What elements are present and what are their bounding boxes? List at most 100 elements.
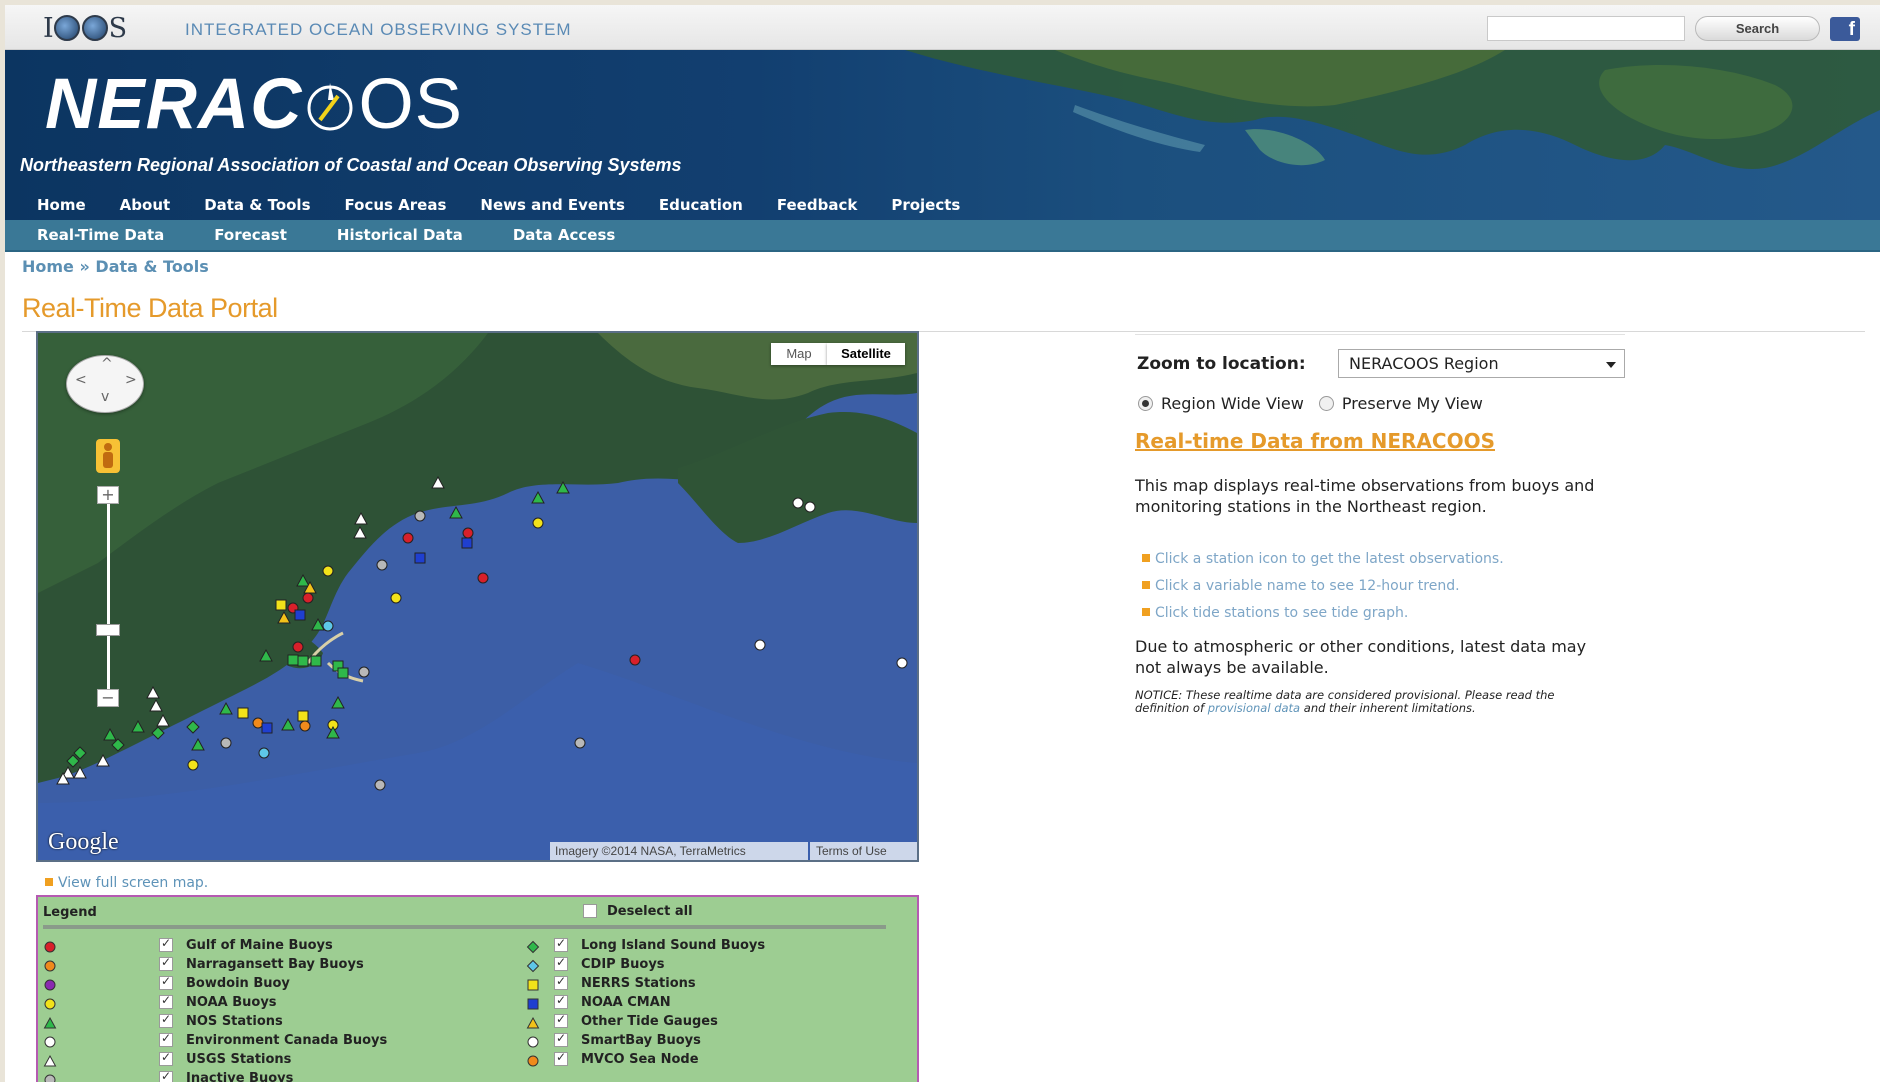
nav-education[interactable]: Education <box>642 190 760 220</box>
station-marker[interactable] <box>322 565 334 577</box>
station-marker[interactable] <box>358 666 370 678</box>
preserve-view-label[interactable]: Preserve My View <box>1342 394 1483 413</box>
legend-row[interactable]: Inactive Buoys <box>43 1069 443 1082</box>
nav-projects[interactable]: Projects <box>874 190 977 220</box>
search-input[interactable] <box>1487 16 1685 41</box>
legend-checkbox[interactable] <box>554 955 568 971</box>
station-marker[interactable] <box>237 707 249 719</box>
tip-tide-stations[interactable]: Click tide stations to see tide graph. <box>1142 605 1408 621</box>
legend-checkbox[interactable] <box>159 955 173 971</box>
map-type-satellite-button[interactable]: Satellite <box>827 343 905 365</box>
station-marker[interactable] <box>187 759 199 771</box>
station-marker[interactable] <box>574 737 586 749</box>
facebook-icon[interactable]: f <box>1830 17 1860 41</box>
nav-feedback[interactable]: Feedback <box>760 190 874 220</box>
legend-checkbox[interactable] <box>159 993 173 1009</box>
tip-station-icon[interactable]: Click a station icon to get the latest o… <box>1142 551 1504 567</box>
ioos-logo[interactable]: IS <box>43 13 127 44</box>
provisional-data-link[interactable]: provisional data <box>1208 701 1300 715</box>
pan-up-icon[interactable]: ^ <box>101 356 113 372</box>
legend-checkbox[interactable] <box>159 1050 173 1066</box>
legend-row[interactable]: MVCO Sea Node <box>526 1050 926 1070</box>
pan-down-icon[interactable]: v <box>101 389 109 405</box>
station-marker[interactable] <box>477 572 489 584</box>
station-marker[interactable] <box>414 552 426 564</box>
map-canvas[interactable]: Map Satellite ^ < > v + − Google Imagery… <box>36 331 919 862</box>
station-marker[interactable] <box>896 657 908 669</box>
legend-row[interactable]: CDIP Buoys <box>526 955 926 975</box>
station-marker[interactable] <box>337 667 349 679</box>
zoom-location-select[interactable]: NERACOOS Region <box>1338 349 1625 378</box>
subnav-forecast[interactable]: Forecast <box>189 220 312 250</box>
station-marker[interactable] <box>532 517 544 529</box>
preserve-view-radio[interactable] <box>1318 396 1334 411</box>
legend-row[interactable]: Other Tide Gauges <box>526 1012 926 1032</box>
legend-row[interactable]: Environment Canada Buoys <box>43 1031 443 1051</box>
nav-about[interactable]: About <box>103 190 188 220</box>
checkbox-icon[interactable] <box>583 904 597 918</box>
legend-row[interactable]: NERRS Stations <box>526 974 926 994</box>
legend-row[interactable]: Bowdoin Buoy <box>43 974 443 994</box>
station-marker[interactable] <box>414 510 426 522</box>
full-screen-map-link[interactable]: View full screen map. <box>45 875 208 891</box>
legend-checkbox[interactable] <box>554 993 568 1009</box>
station-marker[interactable] <box>310 655 322 667</box>
station-marker[interactable] <box>292 641 304 653</box>
legend-row[interactable]: Long Island Sound Buoys <box>526 936 926 956</box>
legend-checkbox[interactable] <box>554 1050 568 1066</box>
real-time-data-heading-link[interactable]: Real-time Data from NERACOOS <box>1135 429 1495 453</box>
search-button[interactable]: Search <box>1695 16 1820 41</box>
station-marker[interactable] <box>287 654 299 666</box>
nav-data-tools[interactable]: Data & Tools <box>187 190 327 220</box>
station-marker[interactable] <box>275 599 287 611</box>
pan-control[interactable]: ^ < > v <box>66 355 144 413</box>
subnav-real-time-data[interactable]: Real-Time Data <box>5 220 189 250</box>
pan-right-icon[interactable]: > <box>125 372 137 388</box>
subnav-data-access[interactable]: Data Access <box>488 220 641 250</box>
neracoos-logo[interactable]: NERAC OS <box>45 64 463 145</box>
legend-row[interactable]: SmartBay Buoys <box>526 1031 926 1051</box>
station-marker[interactable] <box>302 592 314 604</box>
station-marker[interactable] <box>374 779 386 791</box>
nav-focus-areas[interactable]: Focus Areas <box>328 190 464 220</box>
subnav-historical-data[interactable]: Historical Data <box>312 220 488 250</box>
legend-row[interactable]: NOAA CMAN <box>526 993 926 1013</box>
breadcrumb-home[interactable]: Home <box>22 257 74 276</box>
zoom-in-button[interactable]: + <box>97 486 119 504</box>
station-marker[interactable] <box>754 639 766 651</box>
station-marker[interactable] <box>220 737 232 749</box>
nav-news-events[interactable]: News and Events <box>463 190 641 220</box>
region-wide-radio[interactable] <box>1138 396 1153 411</box>
deselect-all-checkbox[interactable]: Deselect all <box>583 904 693 919</box>
station-marker[interactable] <box>390 592 402 604</box>
tip-variable-name[interactable]: Click a variable name to see 12-hour tre… <box>1142 578 1460 594</box>
region-wide-label[interactable]: Region Wide View <box>1161 394 1304 413</box>
legend-checkbox[interactable] <box>554 974 568 990</box>
legend-row[interactable]: Narragansett Bay Buoys <box>43 955 443 975</box>
zoom-slider-track[interactable] <box>107 504 110 689</box>
breadcrumb-data-tools[interactable]: Data & Tools <box>95 257 208 276</box>
legend-checkbox[interactable] <box>159 1012 173 1028</box>
station-marker[interactable] <box>461 537 473 549</box>
station-marker[interactable] <box>258 747 270 759</box>
station-marker[interactable] <box>462 527 474 539</box>
legend-checkbox[interactable] <box>554 1012 568 1028</box>
legend-checkbox[interactable] <box>554 936 568 952</box>
station-marker[interactable] <box>297 710 309 722</box>
station-marker[interactable] <box>629 654 641 666</box>
zoom-out-button[interactable]: − <box>97 689 119 707</box>
station-marker[interactable] <box>804 501 816 513</box>
station-marker[interactable] <box>261 722 273 734</box>
legend-row[interactable]: NOS Stations <box>43 1012 443 1032</box>
legend-row[interactable]: USGS Stations <box>43 1050 443 1070</box>
legend-checkbox[interactable] <box>554 1031 568 1047</box>
legend-checkbox[interactable] <box>159 936 173 952</box>
street-view-pegman-icon[interactable] <box>96 439 120 473</box>
legend-row[interactable]: NOAA Buoys <box>43 993 443 1013</box>
pan-left-icon[interactable]: < <box>75 372 87 388</box>
map-type-map-button[interactable]: Map <box>771 343 827 365</box>
chevron-down-icon[interactable] <box>1606 362 1616 368</box>
legend-checkbox[interactable] <box>159 1031 173 1047</box>
station-marker[interactable] <box>792 497 804 509</box>
station-marker[interactable] <box>297 655 309 667</box>
